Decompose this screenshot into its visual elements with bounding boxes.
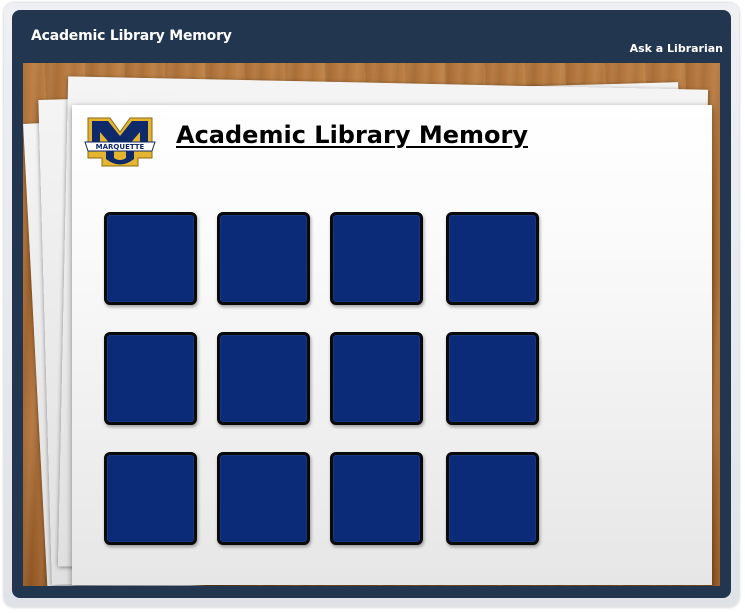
memory-card[interactable] [446, 452, 539, 545]
memory-card[interactable] [330, 452, 423, 545]
memory-card[interactable] [217, 212, 310, 305]
wood-desk-background: MARQUETTE Academic Library Memory [23, 63, 720, 586]
memory-card[interactable] [217, 332, 310, 425]
app-window: Academic Library Memory Ask a Librarian … [12, 10, 731, 598]
title-bar: Academic Library Memory Ask a Librarian [12, 10, 731, 62]
ask-a-librarian-link[interactable]: Ask a Librarian [630, 42, 723, 55]
memory-card[interactable] [330, 332, 423, 425]
marquette-logo-icon: MARQUETTE [84, 117, 156, 167]
memory-card[interactable] [217, 452, 310, 545]
memory-card[interactable] [104, 212, 197, 305]
memory-card[interactable] [330, 212, 423, 305]
game-title: Academic Library Memory [176, 121, 528, 149]
app-title: Academic Library Memory [31, 28, 232, 44]
memory-card[interactable] [104, 452, 197, 545]
memory-card[interactable] [446, 332, 539, 425]
memory-card[interactable] [104, 332, 197, 425]
game-board: MARQUETTE Academic Library Memory [72, 105, 712, 585]
logo-text: MARQUETTE [96, 143, 145, 151]
memory-card[interactable] [446, 212, 539, 305]
